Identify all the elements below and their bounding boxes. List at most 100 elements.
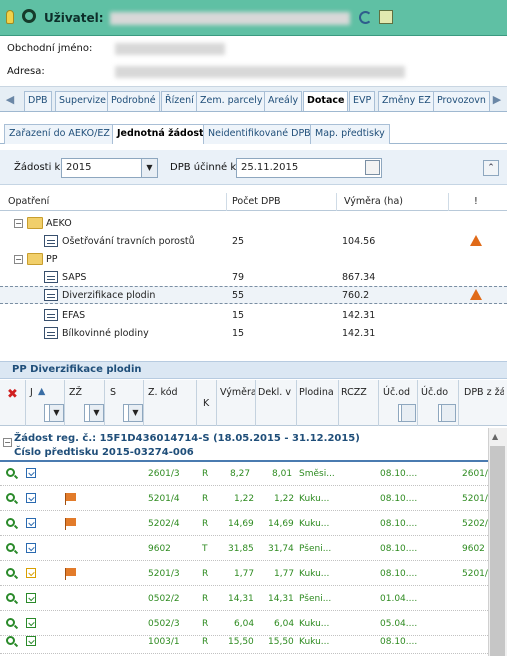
tab-arealy[interactable]: Areály (264, 91, 303, 111)
tree-row-efas[interactable]: EFAS 15 142.31 (0, 307, 507, 325)
col-j[interactable]: J (30, 387, 33, 398)
filter-j[interactable]: ▼ (44, 404, 64, 422)
checkbox-icon[interactable] (26, 618, 36, 628)
table-row[interactable]: 5201/4 R 1,22 1,22 Kuku... 08.10.... 520… (0, 487, 494, 511)
tree-row-pp[interactable]: − PP (0, 251, 507, 269)
checkbox-icon[interactable] (26, 493, 36, 503)
col-divider (104, 380, 105, 426)
search-icon[interactable] (6, 518, 15, 527)
col-rczz[interactable]: RCZZ (341, 387, 367, 398)
clear-filter-icon[interactable]: ✖ (7, 387, 18, 402)
col-divider (196, 380, 197, 426)
search-icon[interactable] (6, 543, 15, 552)
filter-s[interactable]: ▼ (123, 404, 143, 422)
col-dpb-z-zad[interactable]: DPB z žád (464, 387, 504, 398)
tab-evp[interactable]: EVP (349, 91, 376, 111)
cell-k: R (202, 569, 209, 579)
col-k[interactable]: K (203, 398, 209, 409)
col-s[interactable]: S (110, 387, 116, 398)
col-uc-do[interactable]: Úč.do (421, 387, 448, 398)
calendar-icon[interactable] (401, 405, 415, 421)
filter-zz[interactable]: ▼ (84, 404, 104, 422)
search-icon[interactable] (6, 618, 15, 627)
table-row[interactable]: 5202/4 R 14,69 14,69 Kuku... 08.10.... 5… (0, 512, 494, 536)
cell-plodina: Kuku... (299, 569, 330, 579)
collapse-icon[interactable]: − (14, 255, 23, 264)
filter-uc-do[interactable] (438, 404, 456, 422)
calendar-icon[interactable] (441, 405, 455, 421)
search-icon[interactable] (6, 636, 15, 645)
tree-row-saps[interactable]: SAPS 79 867.34 (0, 269, 507, 287)
tree-row-aeko[interactable]: − AEKO (0, 215, 507, 233)
table-row[interactable]: 9602 T 31,85 31,74 Pšeni... 08.10.... 96… (0, 537, 488, 561)
dpb-date-input[interactable]: 25.11.2015 (236, 158, 382, 178)
chevron-down-icon[interactable]: ▼ (128, 405, 142, 421)
chevron-down-icon[interactable]: ▼ (49, 405, 63, 421)
col-opatreni[interactable]: Opatření (8, 196, 49, 207)
search-icon[interactable] (22, 9, 36, 23)
refresh-icon[interactable] (359, 11, 372, 24)
cell-ucod: 08.10.... (380, 494, 418, 504)
subtab-map-predtisky[interactable]: Map. předtisky (310, 124, 390, 144)
tab-supervize[interactable]: Supervize (55, 91, 110, 111)
scroll-up-icon[interactable]: ▲ (492, 432, 498, 441)
col-dekl[interactable]: Dekl. v (258, 387, 291, 398)
filter-uc-od[interactable] (398, 404, 416, 422)
tree-row-bilkovinne[interactable]: Bílkovinné plodiny 15 142.31 (0, 325, 507, 343)
cell-dpb: 9602 (462, 544, 485, 554)
subtab-jednotna-zadost[interactable]: Jednotná žádost (112, 124, 209, 144)
collapse-up-icon[interactable]: ⌃ (483, 160, 499, 176)
tab-zmeny-ez[interactable]: Změny EZ (378, 91, 435, 111)
zadosti-select[interactable]: 2015 ▼ (61, 158, 158, 178)
chevron-down-icon[interactable]: ▼ (89, 405, 103, 421)
table-row[interactable]: 1003/1 R 15,50 15,50 Kuku... 08.10.... (0, 630, 488, 654)
checkbox-icon[interactable] (26, 468, 36, 478)
table-row[interactable]: 2601/3 R 8,27 8,01 Směsi... 08.10.... 26… (0, 462, 494, 486)
checkbox-icon[interactable] (26, 593, 36, 603)
opatreni-name: AEKO (46, 218, 72, 229)
export-icon[interactable] (379, 10, 393, 24)
calendar-icon[interactable] (365, 160, 380, 175)
col-plodina[interactable]: Plodina (299, 387, 334, 398)
table-row[interactable]: 0502/2 R 14,31 14,31 Pšeni... 01.04.... (0, 587, 488, 611)
search-icon[interactable] (6, 493, 15, 502)
tree-row-diverzifikace[interactable]: Diverzifikace plodin 55 760.2 (0, 286, 507, 304)
subtab-neidentifikovane[interactable]: Neidentifikované DPB (203, 124, 316, 144)
cell-vymera: 14,69 (228, 519, 254, 529)
col-z-kod[interactable]: Z. kód (148, 387, 178, 398)
collapse-icon[interactable]: − (3, 438, 12, 447)
table-row[interactable]: 5201/3 R 1,77 1,77 Kuku... 08.10.... 520… (0, 562, 494, 586)
col-zz[interactable]: ZŽ (69, 387, 82, 398)
collapse-icon[interactable]: − (14, 219, 23, 228)
scrollbar-thumb[interactable] (490, 446, 505, 656)
tab-zem-parcely[interactable]: Zem. parcely (196, 91, 267, 111)
tab-dpb[interactable]: DPB (24, 91, 52, 111)
col-vymera[interactable]: Výměra (220, 387, 257, 398)
flag-icon (65, 518, 76, 530)
search-icon[interactable] (6, 568, 15, 577)
col-uc-od[interactable]: Úč.od (383, 387, 410, 398)
col-pocet-dpb[interactable]: Počet DPB (232, 196, 281, 207)
col-divider (143, 380, 144, 426)
tab-podrobne[interactable]: Podrobné (107, 91, 160, 111)
col-warning[interactable]: ! (474, 196, 478, 207)
checkbox-icon[interactable] (26, 636, 36, 646)
vymera: 104.56 (342, 236, 376, 247)
checkbox-icon[interactable] (26, 518, 36, 528)
tab-dotace[interactable]: Dotace (303, 91, 349, 111)
search-icon[interactable] (6, 468, 15, 477)
chevron-down-icon[interactable]: ▼ (141, 159, 157, 177)
col-vymera[interactable]: Výměra (ha) (344, 196, 403, 207)
checkbox-icon[interactable] (26, 543, 36, 553)
vymera: 867.34 (342, 272, 376, 283)
tree-row-osetrovani[interactable]: Ošetřování travních porostů 25 104.56 (0, 233, 507, 251)
search-icon[interactable] (6, 593, 15, 602)
tab-scroll-left-icon[interactable]: ◀ (4, 93, 16, 107)
tab-rizeni[interactable]: Řízení (161, 91, 198, 111)
tab-scroll-right-icon[interactable]: ▶ (491, 93, 503, 107)
checkbox-icon[interactable] (26, 568, 36, 578)
tab-provozovny[interactable]: Provozovn (433, 91, 490, 111)
document-icon (44, 327, 58, 339)
sort-asc-icon[interactable]: ▲ (38, 386, 45, 397)
subtab-zarazeni[interactable]: Zařazení do AEKO/EZ (4, 124, 115, 144)
